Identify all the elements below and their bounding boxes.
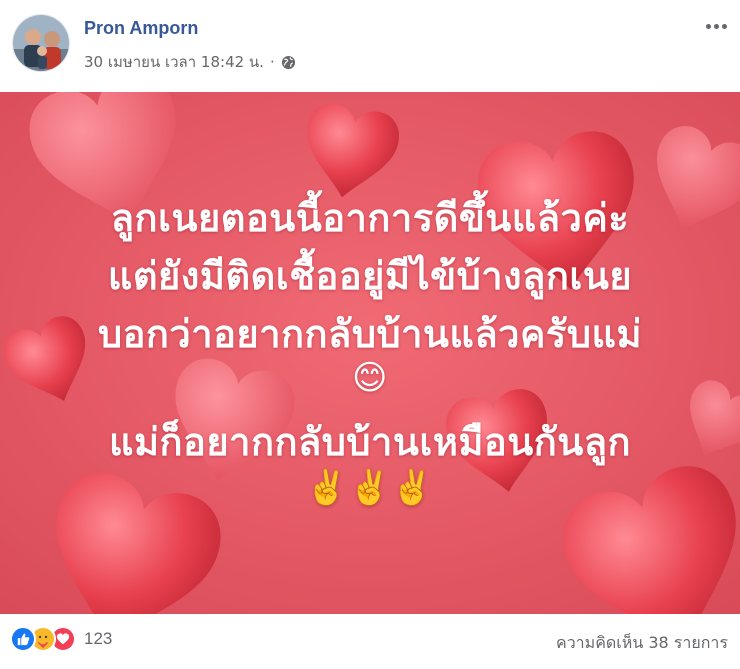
post-text-line: แม่ก็อยากกลับบ้านเหมือนกันลูก [109, 420, 631, 464]
victory-hand-emojis: ✌️✌️✌️ [305, 468, 435, 508]
post-text-line: บอกว่าอยากกลับบ้านแล้วครับแม่ [97, 312, 643, 356]
meta-separator: · [269, 53, 275, 71]
globe-icon[interactable] [281, 55, 296, 70]
reactions-summary[interactable]: 123 [10, 626, 112, 652]
post-timestamp[interactable]: 30 เมษายน เวลา 18:42 น. [84, 50, 264, 74]
post-text-line: แต่ยังมีติดเชื้ออยู่มีไข้บ้างลูกเนย [107, 254, 633, 298]
post-header: Pron Amporn 30 เมษายน เวลา 18:42 น. · [0, 0, 740, 92]
avatar[interactable] [12, 14, 70, 72]
more-options-button[interactable] [702, 16, 730, 36]
post-image[interactable]: ลูกเนยตอนนี้อาการดีขึ้นแล้วค่ะ แต่ยังมีต… [0, 92, 740, 614]
post-meta: 30 เมษายน เวลา 18:42 น. · [84, 50, 296, 74]
post-text-line: ลูกเนยตอนนี้อาการดีขึ้นแล้วค่ะ [110, 196, 630, 240]
author-name[interactable]: Pron Amporn [84, 18, 198, 39]
reaction-count: 123 [84, 629, 113, 648]
like-icon [10, 626, 36, 652]
post-footer: 123 ความคิดเห็น 38 รายการ [0, 614, 740, 669]
smile-emoji: 😊 [352, 358, 388, 398]
more-dots-icon [705, 23, 711, 29]
comments-count-link[interactable]: ความคิดเห็น 38 รายการ [556, 631, 728, 656]
post-text-overlay: ลูกเนยตอนนี้อาการดีขึ้นแล้วค่ะ แต่ยังมีต… [0, 92, 740, 614]
